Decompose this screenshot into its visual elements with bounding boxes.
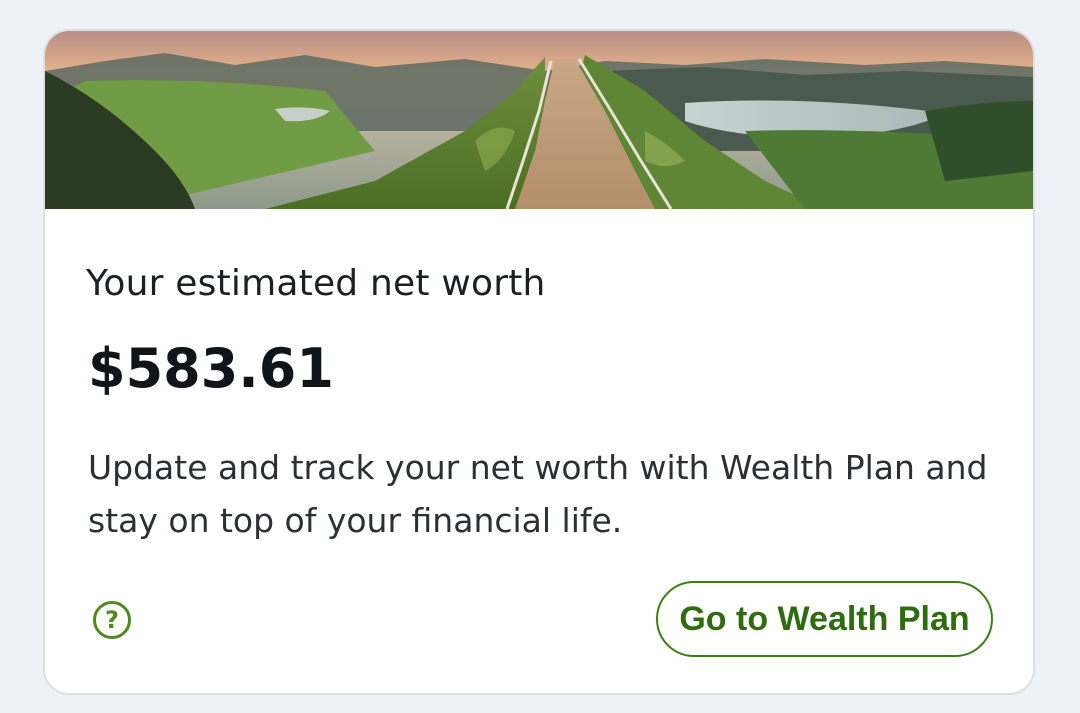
net-worth-amount: $583.61 bbox=[88, 337, 334, 400]
net-worth-card: Your estimated net worth $583.61 Update … bbox=[43, 29, 1035, 695]
card-description: Update and track your net worth with Wea… bbox=[88, 448, 988, 540]
card-title: Your estimated net worth bbox=[86, 263, 546, 304]
go-to-wealth-plan-button[interactable]: Go to Wealth Plan bbox=[656, 581, 993, 657]
help-icon[interactable]: ? bbox=[93, 601, 131, 639]
hero-landscape-image bbox=[45, 31, 1033, 209]
